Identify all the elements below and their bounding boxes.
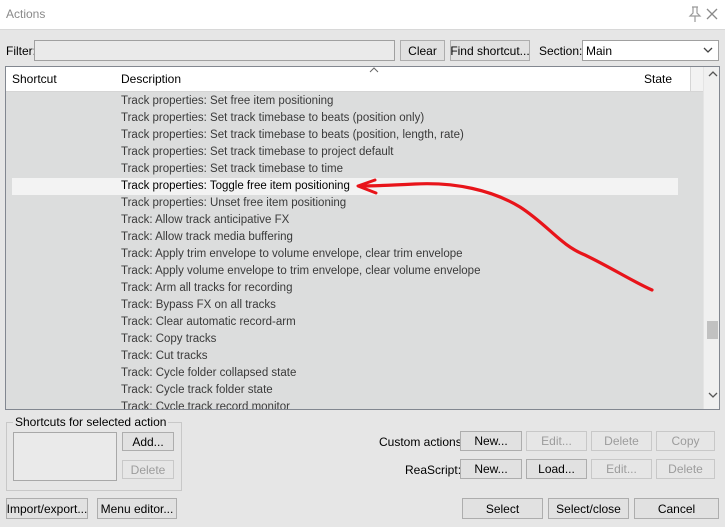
list-item-description: Track: Allow track media buffering	[121, 231, 293, 243]
list-item-description: Track: Arm all tracks for recording	[121, 282, 293, 294]
column-header-shortcut[interactable]: Shortcut	[6, 67, 122, 91]
column-header-description[interactable]: Description	[115, 67, 645, 91]
list-item[interactable]: Track properties: Set track timebase to …	[6, 127, 703, 144]
list-item[interactable]: Track properties: Set free item position…	[6, 93, 703, 110]
title-bar	[0, 0, 725, 30]
list-item[interactable]: Track: Clear automatic record-arm	[6, 314, 703, 331]
shortcuts-group-label: Shortcuts for selected action	[13, 415, 169, 429]
list-item-description: Track: Cycle folder collapsed state	[121, 367, 297, 379]
list-item[interactable]: Track: Copy tracks	[6, 331, 703, 348]
filter-input[interactable]	[34, 40, 395, 61]
custom-actions-copy-button[interactable]: Copy	[656, 431, 715, 451]
list-rows: Track properties: Set free item position…	[6, 93, 703, 410]
list-item[interactable]: Track: Cut tracks	[6, 348, 703, 365]
section-select[interactable]: Main	[582, 40, 719, 61]
list-item-description: Track: Allow track anticipative FX	[121, 214, 290, 226]
list-item-description: Track: Copy tracks	[121, 333, 217, 345]
list-item-description: Track: Clear automatic record-arm	[121, 316, 296, 328]
list-item[interactable]: Track: Allow track anticipative FX	[6, 212, 703, 229]
reascript-new-button[interactable]: New...	[460, 459, 522, 479]
list-item[interactable]: Track properties: Set track timebase to …	[6, 144, 703, 161]
list-item-description: Track properties: Set track timebase to …	[121, 129, 464, 141]
column-header-state[interactable]: State	[638, 67, 691, 91]
custom-actions-label: Custom actions:	[379, 435, 466, 449]
chevron-down-icon	[702, 43, 714, 60]
pin-icon[interactable]	[686, 6, 704, 24]
scroll-up-icon[interactable]	[704, 70, 719, 85]
reascript-label: ReaScript:	[405, 463, 462, 477]
list-item[interactable]: Track: Allow track media buffering	[6, 229, 703, 246]
list-item[interactable]: Track: Arm all tracks for recording	[6, 280, 703, 297]
list-item[interactable]: Track: Bypass FX on all tracks	[6, 297, 703, 314]
add-shortcut-button[interactable]: Add...	[122, 432, 174, 451]
clear-button[interactable]: Clear	[400, 40, 445, 61]
sort-ascending-icon	[369, 67, 379, 76]
list-item-description: Track properties: Unset free item positi…	[121, 197, 347, 209]
list-item-description: Track: Apply volume envelope to trim env…	[121, 265, 481, 277]
list-item-selected[interactable]: Track properties: Toggle free item posit…	[12, 178, 678, 195]
list-item[interactable]: Track: Apply volume envelope to trim env…	[6, 263, 703, 280]
cancel-button[interactable]: Cancel	[634, 498, 719, 519]
vertical-scrollbar[interactable]	[703, 67, 719, 409]
list-item[interactable]: Track: Cycle track folder state	[6, 382, 703, 399]
list-item[interactable]: Track: Cycle track record monitor	[6, 399, 703, 410]
section-selected: Main	[586, 43, 613, 58]
import-export-button[interactable]: Import/export...	[6, 498, 88, 519]
list-item-description: Track: Cycle track folder state	[121, 384, 273, 396]
reascript-edit-button[interactable]: Edit...	[591, 459, 652, 479]
delete-shortcut-button[interactable]: Delete	[122, 460, 174, 479]
list-item-description: Track properties: Toggle free item posit…	[121, 180, 350, 192]
close-icon[interactable]	[703, 6, 721, 24]
list-item-description: Track: Cycle track record monitor	[121, 401, 290, 410]
list-item[interactable]: Track properties: Unset free item positi…	[6, 195, 703, 212]
select-close-button[interactable]: Select/close	[548, 498, 629, 519]
custom-actions-delete-button[interactable]: Delete	[591, 431, 652, 451]
list-item-description: Track properties: Set track timebase to …	[121, 112, 425, 124]
scroll-down-icon[interactable]	[704, 391, 719, 406]
section-label: Section:	[539, 44, 583, 58]
list-item-description: Track: Apply trim envelope to volume env…	[121, 248, 463, 260]
window-title: Actions	[6, 7, 46, 21]
find-shortcut-button[interactable]: Find shortcut...	[450, 40, 530, 61]
custom-actions-new-button[interactable]: New...	[460, 431, 522, 451]
list-header: Shortcut Description State	[6, 67, 703, 92]
custom-actions-edit-button[interactable]: Edit...	[526, 431, 587, 451]
scrollbar-thumb[interactable]	[707, 321, 718, 339]
list-item[interactable]: Track properties: Set track timebase to …	[6, 161, 703, 178]
shortcut-list[interactable]	[13, 432, 117, 481]
reascript-load-button[interactable]: Load...	[526, 459, 587, 479]
list-item[interactable]: Track: Apply trim envelope to volume env…	[6, 246, 703, 263]
list-item-description: Track properties: Set track timebase to …	[121, 163, 343, 175]
list-item-description: Track properties: Set free item position…	[121, 95, 334, 107]
list-item[interactable]: Track properties: Set track timebase to …	[6, 110, 703, 127]
list-item-description: Track: Bypass FX on all tracks	[121, 299, 276, 311]
filter-label: Filter:	[6, 44, 36, 58]
list-item-description: Track: Cut tracks	[121, 350, 208, 362]
list-item-description: Track properties: Set track timebase to …	[121, 146, 394, 158]
action-list[interactable]: Shortcut Description State Track propert…	[5, 66, 720, 410]
reascript-delete-button[interactable]: Delete	[656, 459, 715, 479]
select-button[interactable]: Select	[462, 498, 543, 519]
list-item[interactable]: Track: Cycle folder collapsed state	[6, 365, 703, 382]
menu-editor-button[interactable]: Menu editor...	[97, 498, 177, 519]
